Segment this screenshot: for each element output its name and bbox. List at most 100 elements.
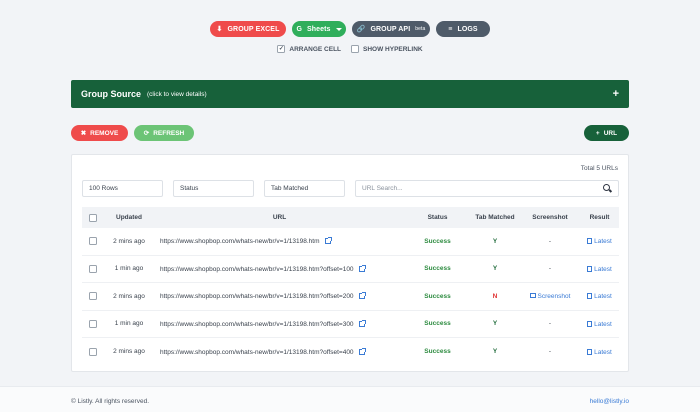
group-excel-label: GROUP EXCEL [227,25,280,33]
logs-label: LOGS [457,25,478,33]
screenshot-cell: - [548,265,552,273]
row-checkbox[interactable] [89,319,97,328]
status-filter[interactable]: Status [173,180,254,197]
status-cell: Success [424,237,451,245]
download-icon: ⬇ [216,26,223,33]
screenshot-label: Screenshot [537,292,571,300]
table-row: 1 min ago https://www.shopbop.com/whats-… [82,256,619,283]
status-cell: Success [424,320,451,328]
document-icon [587,348,593,355]
row-checkbox[interactable] [89,237,97,246]
refresh-button[interactable]: ⟳ REFRESH [134,125,194,141]
status-cell: Success [424,265,451,273]
document-icon [587,265,593,272]
result-latest-link[interactable]: Latest [580,265,619,273]
table-header: Updated URL Status Tab Matched Screensho… [82,207,619,228]
add-url-button[interactable]: + URL [584,125,629,141]
result-latest-link[interactable]: Latest [580,320,619,328]
header-updated: Updated [116,214,142,221]
table-row: 2 mins ago https://www.shopbop.com/whats… [82,338,619,366]
url-search-input[interactable]: URL Search... [355,180,619,197]
result-label: Latest [594,265,612,273]
result-label: Latest [594,238,612,246]
document-icon [587,238,593,245]
status-cell: Success [424,348,451,356]
header-screenshot: Screenshot [532,214,568,221]
show-hyperlink-label: SHOW HYPERLINK [363,45,423,53]
tab-matched-cell: N [492,292,498,300]
external-link-icon[interactable] [358,319,366,327]
result-latest-link[interactable]: Latest [580,348,619,356]
arrange-cell-option[interactable]: ✓ ARRANGE CELL [277,45,341,53]
image-icon [529,292,536,298]
tab-matched-cell: Y [492,265,498,273]
url-cell: https://www.shopbop.com/whats-new/br/v=1… [154,264,405,273]
result-label: Latest [594,348,612,356]
group-source-hint: (click to view details) [147,90,207,98]
remove-label: REMOVE [90,129,119,137]
result-latest-link[interactable]: Latest [580,237,619,245]
expand-icon[interactable]: + [613,88,619,100]
screenshot-cell: - [548,320,552,328]
tab-matched-filter[interactable]: Tab Matched [264,180,345,197]
link-icon: 🔗 [356,26,366,33]
close-icon: ✖ [80,130,87,137]
table-row: 1 min ago https://www.shopbop.com/whats-… [82,311,619,338]
tab-matched-cell: Y [492,348,498,356]
group-source-title: Group Source [81,89,142,99]
url-text: https://www.shopbop.com/whats-new/br/v=1… [160,265,354,273]
contact-email-link[interactable]: hello@listly.io [590,398,629,405]
screenshot-cell: - [548,348,552,356]
document-icon [587,320,593,327]
plus-icon: + [595,129,600,137]
result-label: Latest [594,320,612,328]
row-checkbox[interactable] [89,292,97,301]
table-row: 2 mins ago https://www.shopbop.com/whats… [82,283,619,311]
external-link-icon[interactable] [324,237,332,245]
footer: © Listly. All rights reserved. hello@lis… [0,386,700,412]
group-excel-button[interactable]: ⬇ GROUP EXCEL [210,21,286,37]
external-link-icon[interactable] [358,292,366,300]
logs-button[interactable]: ≡ LOGS [436,21,490,37]
sheets-dropdown-button[interactable]: G Sheets [292,21,346,37]
url-cell: https://www.shopbop.com/whats-new/br/v=1… [154,319,405,328]
url-cell: https://www.shopbop.com/whats-new/br/v=1… [154,292,405,300]
results-panel: Total 5 URLs 100 Rows Status Tab Matched… [71,154,629,372]
header-status: Status [427,214,448,221]
total-count: Total 5 URLs [580,165,618,172]
copyright-text: © Listly. All rights reserved. [71,398,149,405]
url-search-placeholder: URL Search... [362,185,403,192]
header-tab-matched: Tab Matched [475,214,515,221]
display-options: ✓ ARRANGE CELL SHOW HYPERLINK [0,45,700,53]
database-icon: ≡ [448,25,453,33]
url-table: Updated URL Status Tab Matched Screensho… [82,207,619,366]
group-source-bar[interactable]: Group Source (click to view details) + [71,80,629,108]
filter-row: 100 Rows Status Tab Matched [82,180,345,197]
result-latest-link[interactable]: Latest [580,292,619,300]
url-cell: https://www.shopbop.com/whats-new/br/v=1… [154,237,405,245]
screenshot-link[interactable]: Screenshot [520,292,580,300]
document-icon [587,293,593,300]
tab-matched-cell: Y [492,320,498,328]
refresh-icon: ⟳ [143,130,150,137]
row-checkbox[interactable] [89,264,97,273]
screenshot-cell: - [548,237,552,245]
external-link-icon[interactable] [358,347,366,355]
refresh-label: REFRESH [153,129,185,137]
caret-down-icon [335,27,342,31]
external-link-icon[interactable] [358,264,366,272]
group-api-button[interactable]: 🔗 GROUP API beta [352,21,430,37]
url-text: https://www.shopbop.com/whats-new/br/v=1… [160,348,354,356]
show-hyperlink-option[interactable]: SHOW HYPERLINK [351,45,423,53]
search-icon[interactable] [603,184,612,193]
arrange-cell-checkbox[interactable]: ✓ [277,45,286,53]
select-all-checkbox[interactable] [89,213,97,222]
remove-button[interactable]: ✖ REMOVE [71,125,128,141]
beta-badge: beta [415,26,426,32]
show-hyperlink-checkbox[interactable] [351,45,360,53]
rows-per-page-select[interactable]: 100 Rows [82,180,163,197]
url-cell: https://www.shopbop.com/whats-new/br/v=1… [154,347,405,356]
updated-cell: 2 mins ago [113,348,145,356]
row-checkbox[interactable] [89,347,97,356]
group-api-label: GROUP API [370,25,411,33]
